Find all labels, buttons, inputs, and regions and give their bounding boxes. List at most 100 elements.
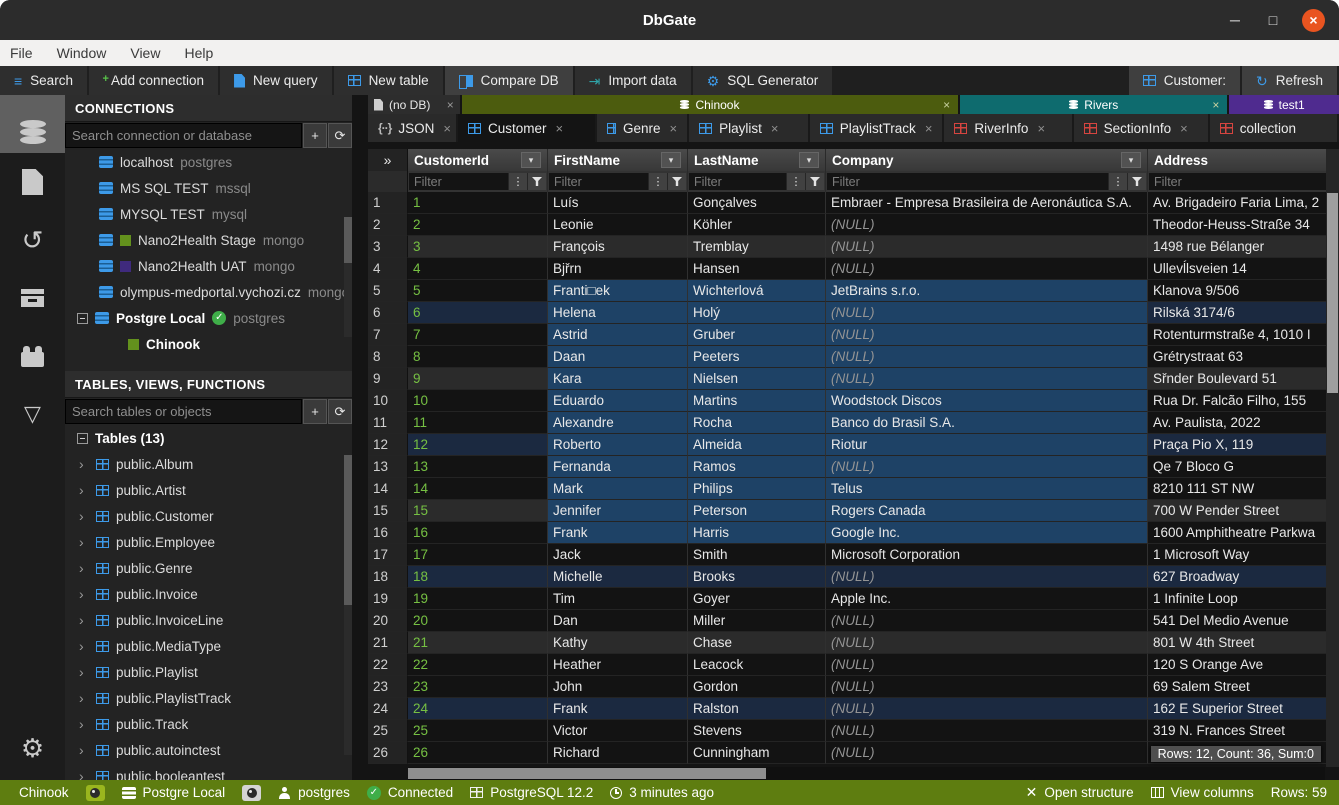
grid-corner-cell[interactable]: »	[368, 149, 408, 171]
grid-cell-first[interactable]: Mark	[548, 478, 688, 500]
filter-input[interactable]	[689, 173, 786, 190]
sidebar-item-cell-data[interactable]: ▽	[0, 385, 65, 443]
grid-cell-last[interactable]: Ralston	[688, 698, 826, 720]
grid-cell-address[interactable]: 627 Broadway	[1148, 566, 1339, 588]
table-item-public-mediatype[interactable]: ›public.MediaType	[65, 633, 352, 659]
grid-cell-first[interactable]: Leonie	[548, 214, 688, 236]
grid-cell-first[interactable]: Luís	[548, 192, 688, 214]
row-number[interactable]: 10	[368, 390, 408, 412]
sidebar-item-archive[interactable]	[0, 269, 65, 327]
theme-chip[interactable]	[242, 785, 261, 801]
grid-cell-address[interactable]: 8210 111 ST NW	[1148, 478, 1339, 500]
table-item-public-playlisttrack[interactable]: ›public.PlaylistTrack	[65, 685, 352, 711]
grid-cell-last[interactable]: Cunningham	[688, 742, 826, 764]
row-number[interactable]: 22	[368, 654, 408, 676]
grid-cell-last[interactable]: Gruber	[688, 324, 826, 346]
tab-close-icon[interactable]: ×	[925, 121, 933, 136]
grid-cell-company[interactable]: Banco do Brasil S.A.	[826, 412, 1148, 434]
grid-cell-company[interactable]: JetBrains s.r.o.	[826, 280, 1148, 302]
connections-refresh-button[interactable]: ⟳	[328, 123, 352, 148]
horizontal-scrollbar-thumb[interactable]	[408, 768, 766, 779]
grid-cell-id[interactable]: 24	[408, 698, 548, 720]
row-number[interactable]: 6	[368, 302, 408, 324]
grid-cell-id[interactable]: 14	[408, 478, 548, 500]
tab-close-icon[interactable]: ×	[1037, 121, 1045, 136]
grid-cell-id[interactable]: 15	[408, 500, 548, 522]
grid-cell-address[interactable]: 541 Del Medio Avenue	[1148, 610, 1339, 632]
column-dropdown-icon[interactable]: ▾	[521, 152, 541, 168]
toolbar-button-new-table[interactable]: New table	[334, 66, 443, 95]
table-item-public-booleantest[interactable]: ›public.booleantest	[65, 763, 352, 780]
toolbar-button-add-connection[interactable]: Add connection	[89, 66, 218, 95]
chevron-right-icon[interactable]: ›	[79, 534, 89, 550]
grid-cell-first[interactable]: Fernanda	[548, 456, 688, 478]
table-item-public-customer[interactable]: ›public.Customer	[65, 503, 352, 529]
grid-cell-company[interactable]: (NULL)	[826, 236, 1148, 258]
grid-cell-first[interactable]: Frank	[548, 698, 688, 720]
grid-cell-address[interactable]: Qe 7 Bloco G	[1148, 456, 1339, 478]
chevron-right-icon[interactable]: ›	[79, 560, 89, 576]
grid-cell-id[interactable]: 20	[408, 610, 548, 632]
table-item-public-invoice[interactable]: ›public.Invoice	[65, 581, 352, 607]
tab-json[interactable]: {··}JSON×	[368, 114, 458, 142]
grid-cell-address[interactable]: 700 W Pender Street	[1148, 500, 1339, 522]
grid-cell-company[interactable]: Apple Inc.	[826, 588, 1148, 610]
tab-close-icon[interactable]: ×	[670, 121, 678, 136]
grid-cell-last[interactable]: Wichterlová	[688, 280, 826, 302]
table-item-public-album[interactable]: ›public.Album	[65, 451, 352, 477]
close-icon[interactable]: ×	[943, 98, 950, 112]
connection-item-localhost[interactable]: localhostpostgres	[65, 149, 352, 175]
toolbar-button-customer-[interactable]: Customer:	[1129, 66, 1240, 95]
toolbar-button-refresh[interactable]: ↻Refresh	[1242, 66, 1337, 95]
grid-cell-first[interactable]: Daan	[548, 346, 688, 368]
row-number[interactable]: 15	[368, 500, 408, 522]
connection-item-postgre-local[interactable]: Postgre Local✓postgres	[65, 305, 352, 331]
row-number[interactable]: 14	[368, 478, 408, 500]
grid-cell-last[interactable]: Harris	[688, 522, 826, 544]
column-header-company[interactable]: Company▾	[826, 149, 1148, 171]
sidebar-item-history[interactable]: ↺	[0, 211, 65, 269]
column-dropdown-icon[interactable]: ▾	[1121, 152, 1141, 168]
toolbar-button-search[interactable]: ≡Search	[0, 66, 87, 95]
grid-cell-first[interactable]: Kara	[548, 368, 688, 390]
close-icon[interactable]: ×	[1212, 98, 1219, 112]
grid-cell-company[interactable]: (NULL)	[826, 632, 1148, 654]
grid-cell-last[interactable]: Ramos	[688, 456, 826, 478]
filter-input[interactable]	[827, 173, 1108, 190]
grid-cell-address[interactable]: Rua Dr. Falcão Filho, 155	[1148, 390, 1339, 412]
grid-cell-id[interactable]: 21	[408, 632, 548, 654]
row-number[interactable]: 2	[368, 214, 408, 236]
grid-cell-first[interactable]: Helena	[548, 302, 688, 324]
chevron-right-icon[interactable]: ›	[79, 508, 89, 524]
grid-cell-company[interactable]: Google Inc.	[826, 522, 1148, 544]
grid-cell-id[interactable]: 5	[408, 280, 548, 302]
table-item-public-track[interactable]: ›public.Track	[65, 711, 352, 737]
table-item-public-autoinctest[interactable]: ›public.autoinctest	[65, 737, 352, 763]
status-theme[interactable]	[242, 785, 261, 801]
grid-cell-last[interactable]: Miller	[688, 610, 826, 632]
connection-item-nano2health-uat[interactable]: Nano2Health UATmongo	[65, 253, 352, 279]
column-dropdown-icon[interactable]: ▾	[799, 152, 819, 168]
grid-cell-first[interactable]: Bjřrn	[548, 258, 688, 280]
row-number[interactable]: 7	[368, 324, 408, 346]
sidebar-item-settings[interactable]: ⚙	[0, 724, 65, 772]
horizontal-scrollbar[interactable]	[408, 767, 1325, 780]
connection-item-ms-sql-test[interactable]: MS SQL TESTmssql	[65, 175, 352, 201]
tab-sectioninfo[interactable]: SectionInfo×	[1074, 114, 1210, 142]
connections-scrollbar[interactable]	[344, 217, 352, 337]
filter-funnel-button[interactable]	[805, 173, 824, 190]
row-number[interactable]: 21	[368, 632, 408, 654]
grid-cell-first[interactable]: John	[548, 676, 688, 698]
grid-cell-id[interactable]: 16	[408, 522, 548, 544]
row-number[interactable]: 4	[368, 258, 408, 280]
grid-cell-company[interactable]: (NULL)	[826, 368, 1148, 390]
grid-cell-address[interactable]: 1 Infinite Loop	[1148, 588, 1339, 610]
filter-menu-button[interactable]: ⋮	[508, 173, 527, 190]
grid-cell-id[interactable]: 6	[408, 302, 548, 324]
grid-cell-last[interactable]: Almeida	[688, 434, 826, 456]
table-item-public-employee[interactable]: ›public.Employee	[65, 529, 352, 555]
grid-cell-last[interactable]: Peeters	[688, 346, 826, 368]
tab-collection[interactable]: collection	[1210, 114, 1339, 142]
row-number[interactable]: 26	[368, 742, 408, 764]
grid-cell-company[interactable]: (NULL)	[826, 698, 1148, 720]
